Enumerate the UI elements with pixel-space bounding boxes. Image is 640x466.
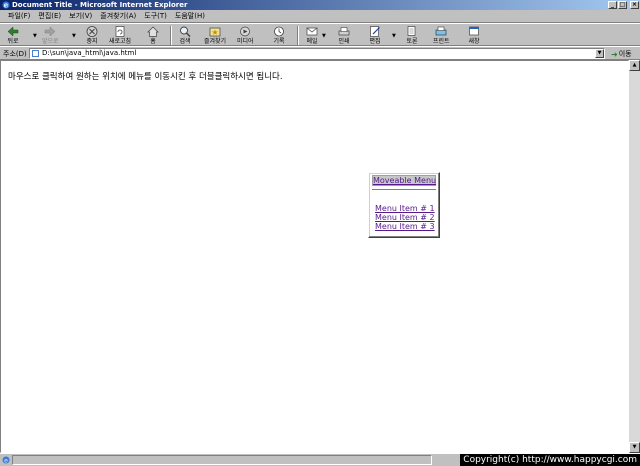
discuss-icon (407, 26, 416, 36)
forward-arrow-icon (45, 26, 56, 37)
svg-text:e: e (4, 458, 8, 465)
home-icon (147, 26, 159, 37)
scroll-up-icon[interactable]: ▲ (629, 60, 640, 71)
maximize-button[interactable]: □ (618, 1, 627, 9)
home-button[interactable]: 홈 (146, 25, 160, 46)
menu-edit[interactable]: 편집(E) (34, 11, 65, 21)
moveable-menu-title[interactable]: Moveable Menu (372, 175, 436, 186)
menu-file[interactable]: 파일(F) (4, 11, 34, 21)
status-panel (12, 455, 432, 465)
forward-button[interactable]: 앞으로 (42, 25, 59, 46)
ie-icon: e (2, 1, 10, 9)
page-icon (32, 50, 39, 57)
back-arrow-icon (7, 26, 19, 37)
forward-dropdown-icon[interactable]: ▼ (72, 33, 76, 39)
refresh-icon (115, 26, 125, 37)
back-button[interactable]: 뒤로 (6, 25, 20, 46)
new-window-icon (469, 26, 479, 36)
status-bar: e Copyright(c) http://www.happycgi.com (0, 453, 640, 466)
mail-dropdown-icon[interactable]: ▼ (322, 33, 326, 39)
go-arrow-icon: ➜ (611, 49, 618, 59)
printer-icon (338, 27, 350, 36)
copyright-text: Copyright(c) http://www.happycgi.com (460, 454, 640, 466)
window-title: Document Title - Microsoft Internet Expl… (12, 1, 188, 9)
printer-alt-icon (435, 26, 447, 36)
edit-button[interactable]: 편집 (368, 25, 382, 46)
toolbar: 뒤로 ▼ 앞으로 ▼ 중지 새로고침 홈 검색 즐겨찾기 미디어 기록 메일 ▼ (0, 23, 640, 46)
address-input[interactable]: D:\sun\java_html\java.html ▼ (29, 48, 605, 59)
address-label: 주소(D) (3, 50, 27, 58)
back-dropdown-icon[interactable]: ▼ (33, 33, 37, 39)
instruction-text: 마우스로 클릭하여 원하는 위치에 메뉴를 이동시킨 후 더블클릭하시면 됩니다… (8, 72, 283, 82)
minimize-button[interactable]: _ (608, 1, 617, 9)
mail-icon (306, 27, 318, 36)
edit-dropdown-icon[interactable]: ▼ (392, 33, 396, 39)
favorites-folder-icon (209, 27, 221, 37)
menu-item-1[interactable]: Menu Item # 1 (375, 204, 435, 213)
stop-icon (86, 26, 98, 37)
close-button[interactable]: × (630, 1, 639, 9)
menu-bar: 파일(F) 편집(E) 보기(V) 즐겨찾기(A) 도구(T) 도움말(H) (0, 10, 640, 23)
menu-view[interactable]: 보기(V) (65, 11, 96, 21)
media-button[interactable]: 미디어 (237, 25, 254, 46)
print-button[interactable]: 인쇄 (337, 25, 351, 46)
svg-text:e: e (4, 1, 9, 9)
search-icon (180, 26, 191, 37)
page-content: 마우스로 클릭하여 원하는 위치에 메뉴를 이동시킨 후 더블클릭하시면 됩니다… (0, 60, 629, 453)
search-button[interactable]: 검색 (178, 25, 192, 46)
menu-item-3[interactable]: Menu Item # 3 (375, 222, 435, 231)
messenger-button[interactable]: 새창 (467, 25, 481, 46)
go-button[interactable]: ➜ 이동 (611, 49, 632, 59)
page-status-icon: e (2, 456, 10, 464)
refresh-button[interactable]: 새로고침 (109, 25, 131, 46)
edit-icon (370, 26, 380, 37)
address-bar: 주소(D) D:\sun\java_html\java.html ▼ ➜ 이동 (0, 46, 640, 60)
favorites-button[interactable]: 즐겨찾기 (204, 25, 226, 46)
go-label: 이동 (618, 50, 632, 58)
menu-tools[interactable]: 도구(T) (140, 11, 171, 21)
print2-button[interactable]: 프린트 (433, 25, 450, 46)
address-url: D:\sun\java_html\java.html (42, 49, 137, 57)
title-bar: e Document Title - Microsoft Internet Ex… (0, 0, 640, 10)
menu-item-2[interactable]: Menu Item # 2 (375, 213, 435, 222)
mail-button[interactable]: 메일 (305, 25, 319, 46)
vertical-scrollbar[interactable]: ▲ ▼ (629, 60, 640, 453)
menu-help[interactable]: 도움말(H) (171, 11, 209, 21)
scroll-down-icon[interactable]: ▼ (629, 442, 640, 453)
media-icon (240, 26, 251, 37)
history-button[interactable]: 기록 (272, 25, 286, 46)
menu-favorites[interactable]: 즐겨찾기(A) (96, 11, 140, 21)
discuss-button[interactable]: 토론 (405, 25, 419, 46)
address-dropdown-icon[interactable]: ▼ (595, 49, 604, 58)
moveable-menu[interactable]: Moveable Menu Menu Item # 1 Menu Item # … (368, 172, 440, 238)
history-icon (274, 26, 284, 37)
stop-button[interactable]: 중지 (85, 25, 99, 46)
menu-divider (372, 189, 436, 191)
